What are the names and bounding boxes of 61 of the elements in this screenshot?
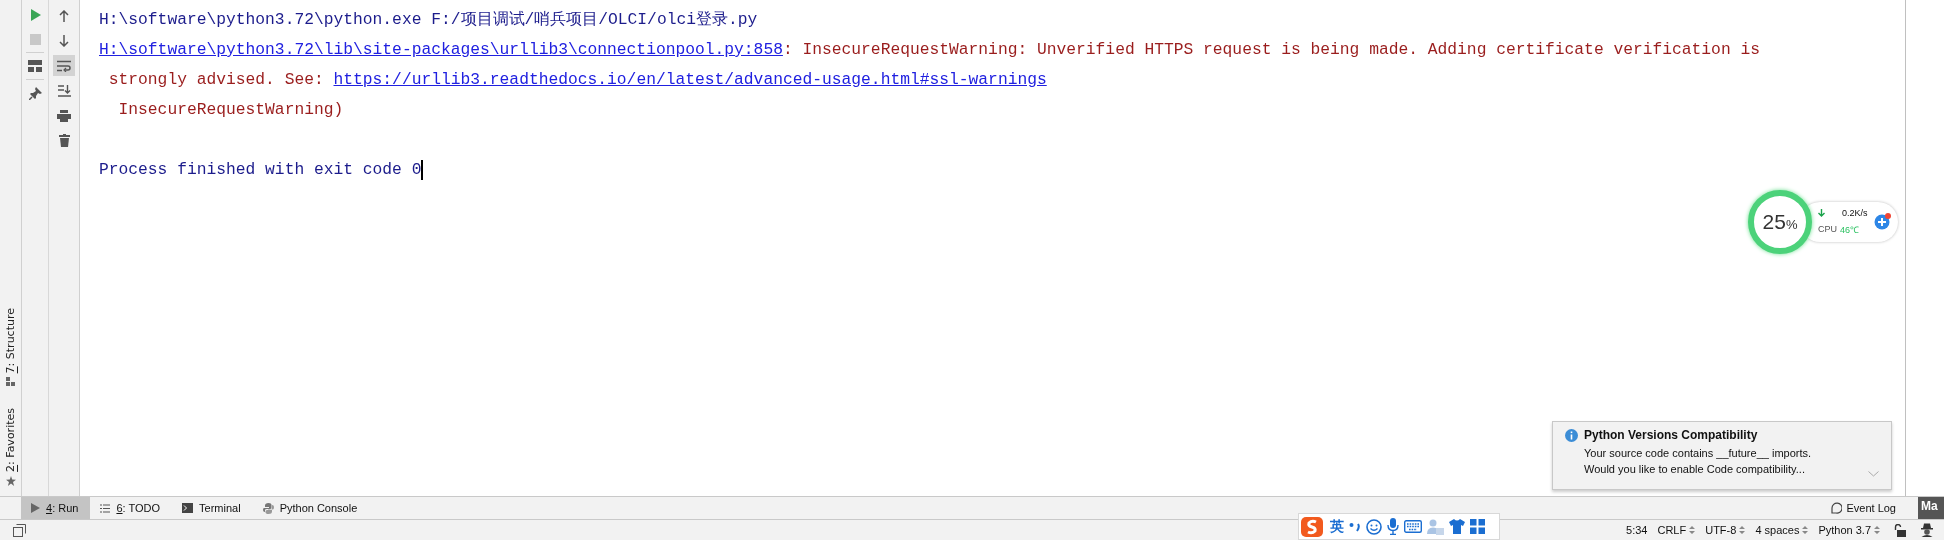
emoji-icon[interactable]	[1366, 518, 1382, 535]
python-icon	[262, 502, 274, 514]
info-icon	[1565, 428, 1578, 442]
warning-text: strongly advised. See:	[107, 69, 325, 91]
plus-icon[interactable]	[1874, 212, 1892, 230]
status-item[interactable]: CRLF	[1657, 524, 1696, 536]
soft-wrap-button[interactable]	[53, 55, 75, 76]
run-icon[interactable]	[29, 9, 41, 21]
tool-tab[interactable]: 6: TODO	[90, 497, 173, 519]
layout-icon[interactable]	[28, 60, 42, 72]
cpu-label: CPU	[1818, 224, 1837, 234]
tool-window-tab[interactable]: 7: Structure	[4, 307, 17, 387]
scroll-to-end-icon	[57, 84, 71, 97]
console-text: Process finished with exit code 0	[99, 159, 422, 181]
tool-window-tab[interactable]: 2: Favorites	[4, 408, 17, 486]
status-item[interactable]: Python 3.7	[1818, 524, 1880, 536]
event-log-button[interactable]: Event Log	[1830, 497, 1896, 519]
cpu-temperature: 46℃	[1840, 223, 1860, 236]
cpu-usage-ring[interactable]: 25%	[1748, 190, 1812, 254]
status-item[interactable]: 5:34	[1626, 524, 1648, 536]
up-arrow-icon	[59, 9, 69, 22]
down-arrow-icon	[59, 34, 69, 47]
warning-text: : InsecureRequestWarning: Unverified HTTPS request is being made. Adding certificate verification is	[782, 39, 1760, 61]
up-down-arrow-icon	[1689, 525, 1696, 535]
star-icon	[5, 476, 16, 486]
notification-title: Python Versions Compatibility	[1584, 428, 1758, 442]
terminal-icon	[182, 503, 194, 513]
up-down-arrow-icon	[1739, 525, 1746, 535]
trash-icon	[58, 134, 70, 147]
up-down-arrow-icon	[1802, 525, 1809, 535]
network-speed: 0.2K/s	[1842, 208, 1868, 218]
keyboard-icon[interactable]	[1404, 520, 1422, 533]
corner-label: Ma	[1918, 497, 1944, 519]
ime-logo-icon[interactable]	[1301, 515, 1325, 538]
up-down-arrow-icon	[1874, 525, 1880, 535]
language-mode[interactable]: 英	[1330, 517, 1344, 536]
tool-tab[interactable]: 4: Run	[21, 497, 91, 519]
shirt-icon[interactable]	[1449, 519, 1465, 534]
unlock-icon[interactable]	[1894, 523, 1906, 537]
structure-icon	[6, 377, 15, 387]
console-text: H:\software\python3.72\python.exe F:/项目调试/哨兵项目/OLCI/olci登录.py	[99, 9, 758, 31]
status-item[interactable]: UTF-8	[1705, 524, 1746, 536]
notification-text: Your source code contains __future__ imports.	[1584, 447, 1812, 459]
window-icon[interactable]	[13, 523, 26, 537]
printer-icon	[57, 109, 71, 122]
tool-tab[interactable]: Python Console	[252, 497, 370, 519]
pin-icon[interactable]	[28, 87, 42, 100]
tool-tab[interactable]: Terminal	[172, 497, 253, 519]
speech-bubble-icon	[1830, 502, 1843, 514]
play-icon	[31, 503, 40, 513]
file-link[interactable]: H:\software\python3.72\lib\site-packages\urllib3\connectionpool.py:858	[99, 37, 783, 63]
soft-wrap-icon	[57, 59, 71, 72]
download-arrow-icon	[1818, 209, 1825, 217]
microphone-icon[interactable]	[1387, 518, 1399, 535]
file-link[interactable]: https://urllib3.readthedocs.io/en/latest/advanced-usage.html#ssl-warnings	[333, 67, 1047, 93]
grid-icon[interactable]	[1470, 519, 1485, 534]
notification-text: Would you like to enable Code compatibility...	[1584, 463, 1805, 475]
list-icon	[100, 503, 111, 513]
warning-text: InsecureRequestWarning)	[117, 99, 344, 121]
inspector-icon[interactable]	[1920, 523, 1934, 537]
status-item[interactable]: 4 spaces	[1755, 524, 1809, 536]
